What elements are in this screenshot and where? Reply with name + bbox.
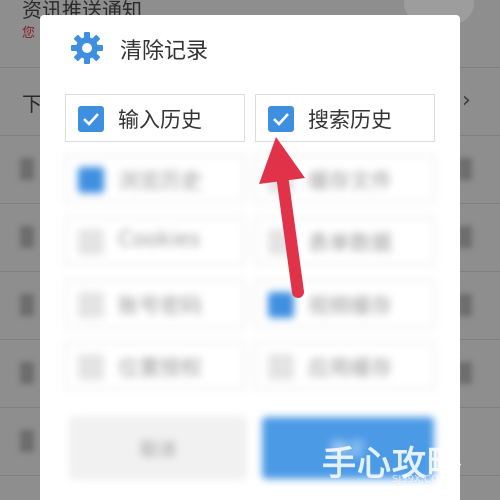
option-form-data[interactable]: 表单数据 <box>255 217 435 265</box>
option-location-permission[interactable]: 位置授权 <box>65 342 245 390</box>
checkbox-unchecked[interactable] <box>268 167 294 193</box>
option-input-history[interactable]: 输入历史 <box>65 94 245 142</box>
option-label: 表单数据 <box>308 231 392 255</box>
checkbox-checked[interactable] <box>78 106 104 132</box>
option-label: Cookies <box>118 227 201 251</box>
bg-blurred-text <box>20 430 34 452</box>
option-label: 视频缓存 <box>308 294 392 318</box>
watermark-url: SJ39X.COM <box>392 474 448 485</box>
chevron-right-icon: › <box>462 88 471 113</box>
option-label: 位置授权 <box>118 356 202 380</box>
bg-blurred-chevron <box>458 226 472 248</box>
checkbox-unchecked[interactable] <box>78 354 104 380</box>
checkmark-icon <box>273 113 289 126</box>
option-account-passwords[interactable]: 账号密码 <box>65 280 245 328</box>
dialog-title: 清除记录 <box>120 39 209 64</box>
cancel-button-label: 取消 <box>140 440 176 461</box>
checkbox-checked[interactable] <box>268 106 294 132</box>
checkbox-unchecked[interactable] <box>268 229 294 255</box>
dialog-header: 清除记录 <box>40 15 460 81</box>
option-label: 应用缓存 <box>308 356 392 380</box>
option-label: 搜索历史 <box>308 108 392 132</box>
option-cookies[interactable]: Cookies <box>65 217 245 265</box>
option-label: 账号密码 <box>118 294 202 318</box>
bg-blurred-text <box>20 226 34 248</box>
checkbox-unchecked[interactable] <box>268 354 294 380</box>
bg-blurred-text <box>20 362 34 384</box>
checkbox-unchecked[interactable] <box>78 292 104 318</box>
bg-blurred-text <box>20 294 34 316</box>
option-app-cache[interactable]: 应用缓存 <box>255 342 435 390</box>
bg-blurred-chevron <box>458 294 472 316</box>
bg-row-title: 下 <box>22 92 42 116</box>
clear-records-dialog: 清除记录 输入历史 搜索历史 浏览历史 缓存文件 Cookies 表单数据 账号… <box>40 15 460 500</box>
bg-blurred-text <box>20 158 34 180</box>
option-cache-files[interactable]: 缓存文件 <box>255 155 435 203</box>
checkbox-unchecked[interactable] <box>78 229 104 255</box>
gear-icon <box>71 32 103 64</box>
bg-blurred-chevron <box>458 362 472 384</box>
option-label: 缓存文件 <box>308 169 392 193</box>
cancel-button[interactable]: 取消 <box>70 417 246 479</box>
option-search-history[interactable]: 搜索历史 <box>255 94 435 142</box>
checkmark-icon <box>83 113 99 126</box>
bg-blurred-chevron <box>458 158 472 180</box>
checkbox-checked[interactable] <box>268 292 294 318</box>
option-label: 浏览历史 <box>118 169 202 193</box>
bg-row-subtitle: 您 <box>22 26 36 41</box>
checkbox-checked[interactable] <box>78 167 104 193</box>
option-label: 输入历史 <box>118 108 202 132</box>
option-video-cache[interactable]: 视频缓存 <box>255 280 435 328</box>
option-browse-history[interactable]: 浏览历史 <box>65 155 245 203</box>
